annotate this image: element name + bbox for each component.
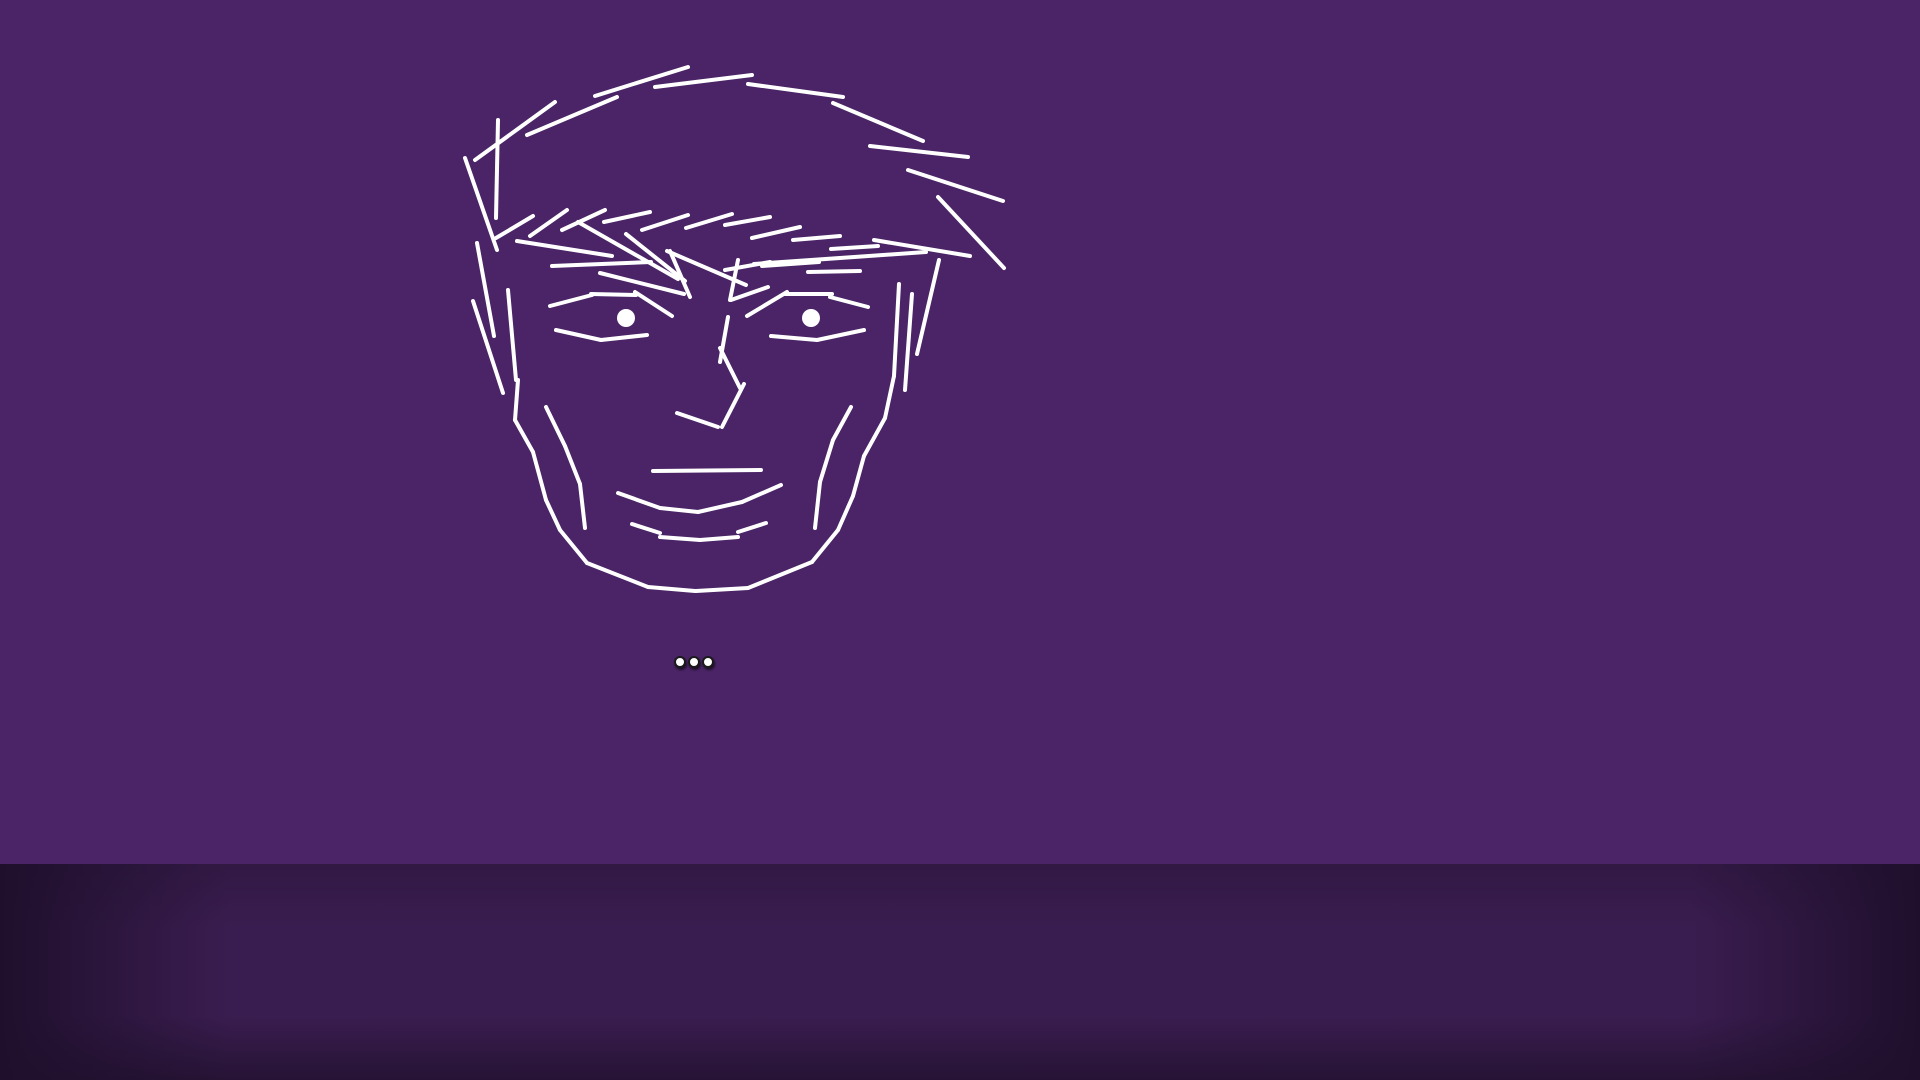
sketch-stroke	[829, 244, 880, 251]
sketch-stroke	[548, 293, 594, 308]
sketch-stroke	[903, 292, 914, 392]
sketch-stroke	[544, 498, 562, 532]
sketch-stroke	[554, 328, 603, 342]
sketch-stroke	[506, 288, 518, 382]
sketch-stroke	[892, 282, 901, 378]
sketch-stroke	[791, 234, 842, 242]
dot-2	[688, 656, 700, 668]
sketch-stroke	[915, 258, 941, 356]
sketch-stroke	[906, 168, 1005, 203]
sketch-stroke	[471, 299, 505, 395]
sketch-stroke	[602, 210, 652, 224]
sketch-stroke	[576, 220, 680, 281]
sketch-stroke	[769, 334, 819, 342]
sketch-stroke	[720, 382, 746, 429]
sketch-stroke	[746, 82, 845, 99]
sketch-stroke	[616, 491, 662, 510]
sketch-stroke	[745, 290, 789, 318]
sketch-stroke	[862, 416, 887, 458]
sketch-stroke	[513, 418, 535, 454]
sketch-stroke	[640, 213, 690, 232]
dot-3	[702, 656, 714, 668]
sketch-stroke	[815, 328, 866, 342]
sketch-stroke	[630, 522, 662, 535]
sketch-stroke	[473, 100, 557, 162]
sketch-stroke	[558, 528, 589, 565]
sketch-stroke	[675, 411, 720, 429]
sketch-stroke	[831, 101, 925, 143]
sketch-stroke	[810, 528, 840, 564]
sketch-stroke	[658, 506, 700, 514]
right-eye-icon	[802, 309, 820, 327]
sketch-stroke	[525, 95, 619, 137]
face-line-drawing	[463, 65, 1006, 593]
sketch-stroke	[599, 333, 649, 342]
sketch-stroke	[723, 215, 772, 227]
sketch-stroke	[633, 290, 674, 318]
sketch-stroke	[831, 405, 853, 442]
sketch-stroke	[746, 560, 814, 590]
sketch-stroke	[624, 232, 687, 283]
sketch-stroke	[806, 269, 862, 274]
sketch-stroke	[851, 454, 866, 498]
sketch-stroke	[593, 65, 690, 98]
sketch-stroke	[729, 285, 770, 302]
sketch-stroke	[740, 483, 783, 504]
sketch-stroke	[494, 214, 535, 240]
sketch-stroke	[653, 73, 754, 89]
face-strokes	[463, 65, 1006, 593]
sketch-stroke	[531, 450, 548, 502]
sketch-stroke	[718, 346, 742, 390]
dot-1	[674, 656, 686, 668]
sketch-stroke	[836, 494, 855, 532]
sketch-stroke	[515, 239, 614, 258]
sketch-stroke	[868, 144, 970, 159]
sketch-stroke	[736, 521, 768, 534]
sketch-stroke	[463, 156, 499, 252]
sketch-stroke	[698, 535, 740, 542]
sketch-stroke	[651, 468, 763, 473]
sketch-stroke	[658, 535, 702, 542]
sketch-stroke	[813, 480, 822, 530]
sketch-stroke	[544, 405, 567, 448]
sketch-stroke	[550, 260, 653, 268]
sketch-stroke	[578, 482, 587, 530]
sketch-stroke	[589, 292, 638, 297]
sketch-stroke	[696, 500, 744, 514]
sketch-stroke	[752, 250, 928, 266]
sketch-stroke	[528, 208, 569, 238]
sketch-stroke	[646, 585, 697, 593]
sketch-stroke	[818, 438, 835, 484]
stage	[0, 0, 1920, 1080]
sketch-stroke	[513, 378, 520, 422]
sketch-stroke	[883, 374, 896, 420]
sketch-stroke	[494, 118, 500, 220]
sketch-stroke	[828, 295, 870, 309]
sketch-stroke	[750, 225, 802, 240]
sketch-stroke	[585, 561, 650, 589]
sketch-stroke	[694, 586, 750, 593]
left-eye-icon	[617, 309, 635, 327]
sketch-stroke	[563, 444, 582, 486]
three-dots-icon	[674, 656, 714, 668]
